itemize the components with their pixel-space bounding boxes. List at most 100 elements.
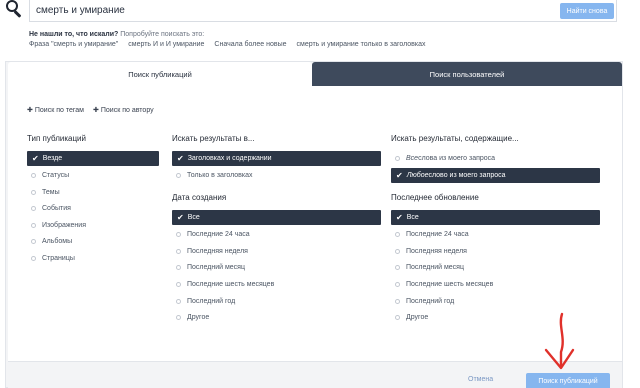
updated-option-year[interactable]: Последний год — [391, 294, 600, 309]
option-label: Статусы — [42, 172, 70, 179]
radio-icon — [176, 315, 181, 320]
option-label: Только в заголовках — [187, 172, 253, 179]
option-label: Последний год — [187, 298, 236, 305]
option-label: Последний месяц — [187, 264, 245, 271]
radio-icon — [176, 299, 181, 304]
option-label: слово из моего запроса — [428, 172, 506, 179]
search-panel: Поиск публикаций Поиск пользователей ✚ По… — [5, 61, 623, 388]
option-label: Все — [406, 214, 419, 221]
radio-icon — [176, 265, 181, 270]
created-option-six-months[interactable]: Последние шесть месяцев — [172, 277, 381, 292]
search-by-author-link[interactable]: ✚ Поиск по автору — [93, 106, 154, 114]
radio-icon — [31, 190, 36, 195]
type-option-pages[interactable]: Страницы — [27, 251, 159, 266]
containing-title: Искать результаты, содержащие... — [391, 134, 519, 143]
plus-icon: ✚ — [27, 107, 33, 114]
created-option-month[interactable]: Последний месяц — [172, 260, 381, 275]
option-label: Альбомы — [42, 238, 73, 245]
radio-icon — [395, 156, 400, 161]
created-option-all[interactable]: ✔ Все — [172, 210, 381, 225]
type-option-all[interactable]: ✔ Везде — [27, 151, 159, 166]
type-option-events[interactable]: События — [27, 201, 159, 216]
cancel-button[interactable]: Отмена — [468, 376, 493, 383]
type-title: Тип публикаций — [27, 134, 86, 143]
tab-label: Поиск публикаций — [128, 69, 192, 79]
radio-icon — [395, 299, 400, 304]
link-label: Поиск по тегам — [34, 107, 84, 114]
suggestion-link[interactable]: смерть и умирание только в заголовках — [297, 41, 426, 48]
option-label: Темы — [42, 189, 60, 196]
search-input[interactable] — [29, 0, 617, 22]
updated-title: Последнее обновление — [391, 193, 479, 202]
option-label: Последняя неделя — [406, 248, 467, 255]
suggestion-link[interactable]: Фраза "смерть и умирание" — [29, 41, 118, 48]
option-label: Заголовках и содержании — [187, 155, 272, 162]
radio-icon — [176, 282, 181, 287]
option-label: Другое — [406, 314, 429, 321]
option-label: Последние шесть месяцев — [406, 281, 494, 288]
check-icon: ✔ — [177, 154, 184, 163]
check-icon: ✔ — [32, 154, 39, 163]
radio-icon — [395, 249, 400, 254]
type-option-albums[interactable]: Альбомы — [27, 234, 159, 249]
radio-icon — [176, 232, 181, 237]
option-emphasis: Любое — [406, 172, 429, 179]
containing-option-all-words[interactable]: Все слова из моего запроса — [391, 151, 600, 166]
search-in-option-titles-only[interactable]: Только в заголовках — [172, 168, 381, 183]
updated-option-week[interactable]: Последняя неделя — [391, 244, 600, 259]
not-found-hint: Не нашли то, что искали? Попробуйте поис… — [29, 31, 204, 38]
option-label: Последний месяц — [406, 264, 464, 271]
plus-icon: ✚ — [93, 107, 99, 114]
option-label: Последний год — [406, 298, 455, 305]
search-publications-button[interactable]: Поиск публикаций — [526, 373, 610, 388]
updated-option-six-months[interactable]: Последние шесть месяцев — [391, 277, 600, 292]
radio-icon — [31, 173, 36, 178]
option-label: Последняя неделя — [187, 248, 248, 255]
radio-icon — [395, 282, 400, 287]
radio-icon — [31, 256, 36, 261]
radio-icon — [176, 173, 181, 178]
search-in-title: Искать результаты в... — [172, 134, 255, 143]
updated-option-24h[interactable]: Последние 24 часа — [391, 227, 600, 242]
radio-icon — [31, 239, 36, 244]
search-by-tags-link[interactable]: ✚ Поиск по тегам — [27, 106, 84, 114]
type-option-images[interactable]: Изображения — [27, 218, 159, 233]
radio-icon — [395, 265, 400, 270]
type-option-statuses[interactable]: Статусы — [27, 168, 159, 183]
option-label: События — [42, 205, 71, 212]
option-label: Последние шесть месяцев — [187, 281, 275, 288]
tab-search-users[interactable]: Поиск пользователей — [312, 62, 622, 86]
red-arrow-annotation — [544, 312, 575, 370]
containing-option-any-word[interactable]: ✔ Любое слово из моего запроса — [391, 168, 600, 183]
option-label: Все — [187, 214, 200, 221]
check-icon: ✔ — [396, 213, 403, 222]
search-again-button[interactable]: Найти снова — [560, 3, 614, 19]
tab-label: Поиск пользователей — [429, 69, 505, 79]
radio-icon — [395, 232, 400, 237]
updated-option-all[interactable]: ✔ Все — [391, 210, 600, 225]
option-emphasis: Все — [406, 155, 419, 162]
suggestion-link[interactable]: Сначала более новые — [214, 41, 286, 48]
check-icon: ✔ — [177, 213, 184, 222]
updated-option-month[interactable]: Последний месяц — [391, 260, 600, 275]
option-label: Последние 24 часа — [406, 231, 469, 238]
check-icon: ✔ — [396, 171, 403, 180]
created-title: Дата создания — [172, 193, 227, 202]
created-option-other[interactable]: Другое — [172, 310, 381, 325]
hint-text: Попробуйте поискать это: — [118, 31, 205, 38]
radio-icon — [176, 249, 181, 254]
option-label: слова из моего запроса — [418, 155, 496, 162]
link-label: Поиск по автору — [100, 107, 154, 114]
hint-question: Не нашли то, что искали? — [29, 31, 119, 38]
form-footer: Отмена Поиск публикаций — [8, 361, 622, 388]
publication-search-form: ✚ Поиск по тегам ✚ Поиск по автору Тип пуб… — [8, 86, 622, 361]
option-label: Везде — [42, 155, 63, 162]
created-option-week[interactable]: Последняя неделя — [172, 244, 381, 259]
search-icon — [4, 0, 22, 18]
search-in-option-title-content[interactable]: ✔ Заголовках и содержании — [172, 151, 381, 166]
type-option-topics[interactable]: Темы — [27, 185, 159, 200]
tab-search-publications[interactable]: Поиск публикаций — [8, 62, 312, 86]
suggestion-link[interactable]: смерть И и И умирание — [128, 41, 204, 48]
created-option-year[interactable]: Последний год — [172, 294, 381, 309]
created-option-24h[interactable]: Последние 24 часа — [172, 227, 381, 242]
